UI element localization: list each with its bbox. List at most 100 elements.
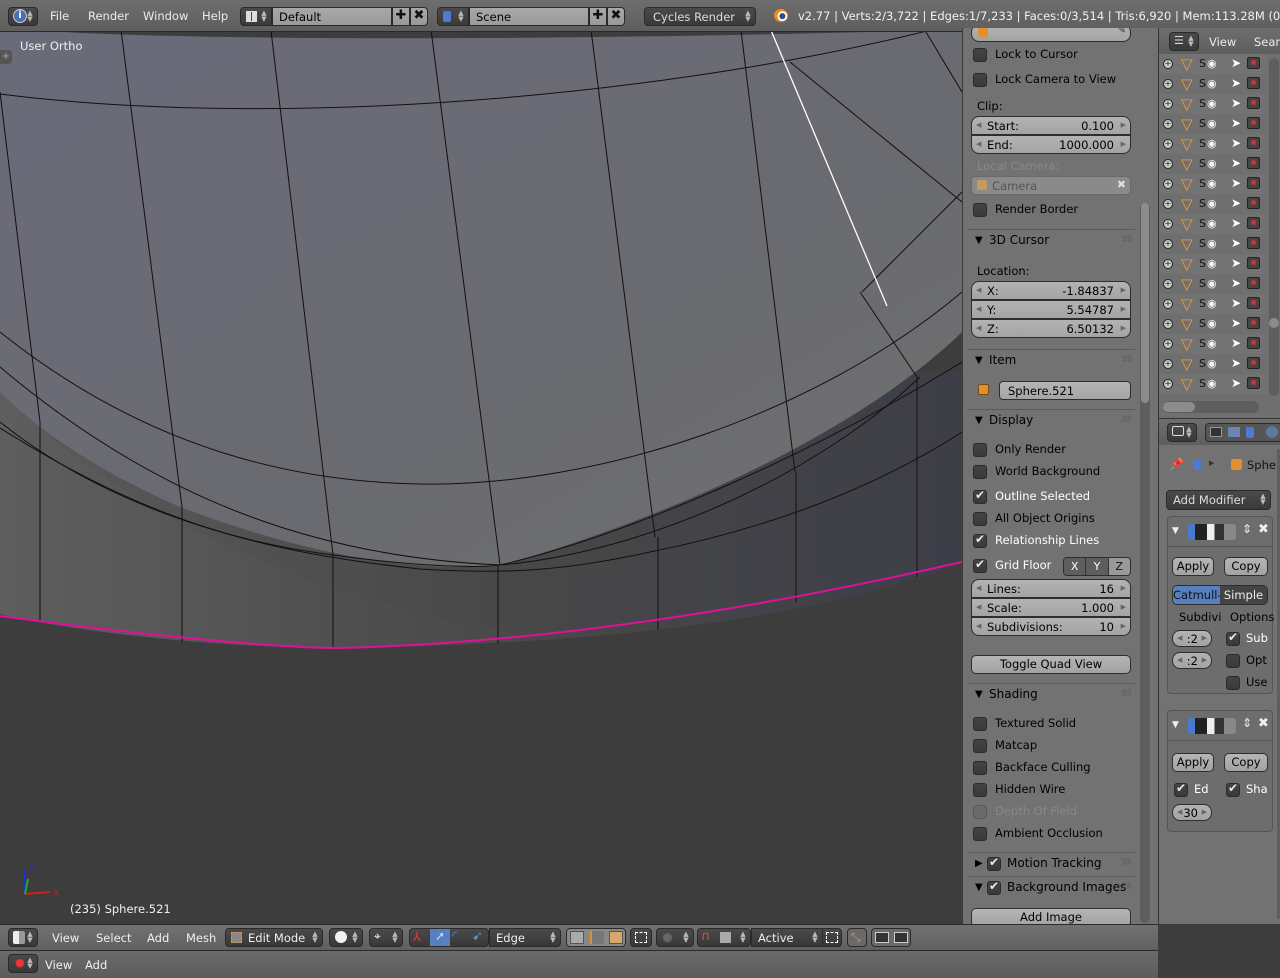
eye-icon[interactable]: ◉ <box>1207 117 1217 130</box>
menu-file[interactable]: File <box>50 9 69 23</box>
timeline-view-menu[interactable]: View <box>45 958 72 972</box>
simple-option[interactable]: Simple <box>1220 586 1267 604</box>
cursor-icon[interactable]: ➤ <box>1231 96 1241 110</box>
ambient-occlusion-toggle[interactable]: Ambient Occlusion <box>973 825 1133 845</box>
interaction-mode-dropdown[interactable]: Edit Mode ▲ ▼ <box>225 928 323 947</box>
cursor-icon[interactable]: ➤ <box>1231 136 1241 150</box>
eye-icon[interactable]: ◉ <box>1207 77 1217 90</box>
camera-icon[interactable] <box>1247 117 1260 129</box>
outliner-editor-type-button[interactable]: ☰ ▲ ▼ <box>1169 32 1199 51</box>
checkbox[interactable] <box>973 761 987 775</box>
drag-handle-icon[interactable]: ⠿⠿ <box>1121 235 1132 244</box>
remove-modifier-icon[interactable]: ✖ <box>1258 522 1269 537</box>
expand-icon[interactable]: + <box>1163 219 1173 229</box>
cursor-icon[interactable]: ➤ <box>1231 56 1241 70</box>
relationship-lines-toggle[interactable]: Relationship Lines <box>973 532 1133 552</box>
outliner-row[interactable]: + ▽ S ◉ ➤ <box>1159 54 1267 74</box>
camera-icon[interactable] <box>1247 297 1260 309</box>
outliner-row[interactable]: + ▽ S ◉ ➤ <box>1159 74 1267 94</box>
collapse-icon[interactable]: ▼ <box>1172 720 1179 730</box>
expand-icon[interactable]: + <box>1163 179 1173 189</box>
view-menu[interactable]: View <box>52 931 79 945</box>
optimal-display-toggle[interactable]: Opt <box>1226 652 1272 672</box>
render-levels-field[interactable]: ◀:2 ▶ <box>1172 652 1212 669</box>
apply-modifier-button[interactable]: Apply <box>1172 557 1214 576</box>
camera-icon[interactable] <box>1247 237 1260 249</box>
scene-field[interactable]: Scene <box>469 7 589 26</box>
object-name[interactable]: S <box>1199 297 1206 310</box>
3d-viewport[interactable]: Z X User Ortho + (235) Sphere.521 <box>0 32 962 924</box>
object-name[interactable]: S <box>1199 97 1206 110</box>
proportional-editing-dropdown[interactable]: ▲ ▼ <box>656 928 694 947</box>
outliner-search-menu[interactable]: Searc <box>1254 35 1280 49</box>
mesh-menu[interactable]: Mesh <box>186 931 216 945</box>
auto-merge-button[interactable]: ⤡ <box>847 928 867 947</box>
limit-selection-button[interactable] <box>630 928 652 947</box>
object-name[interactable]: S <box>1199 257 1206 270</box>
tab-scene-icon[interactable] <box>1246 427 1254 438</box>
scale-manipulator-icon[interactable]: ➹ <box>472 929 483 944</box>
expand-icon[interactable]: + <box>1163 119 1173 129</box>
checkbox[interactable] <box>973 512 987 526</box>
lock-to-cursor-checkbox[interactable] <box>973 48 987 62</box>
subdivide-uvs-toggle[interactable]: Sub <box>1226 630 1272 650</box>
render-image-icon[interactable] <box>875 932 889 943</box>
outliner-view-menu[interactable]: View <box>1209 35 1236 49</box>
camera-icon[interactable] <box>1247 277 1260 289</box>
vertex-select-icon[interactable] <box>570 931 584 944</box>
object-name[interactable]: S <box>1199 197 1206 210</box>
camera-icon[interactable] <box>1247 137 1260 149</box>
cursor-icon[interactable]: ➤ <box>1231 156 1241 170</box>
copy-modifier-button[interactable]: Copy <box>1224 753 1268 772</box>
outliner-row[interactable]: + ▽ S ◉ ➤ <box>1159 94 1267 114</box>
cursor-y-field[interactable]: ◀ Y: 5.54787 ▶ <box>971 300 1131 319</box>
eye-icon[interactable]: ◉ <box>1207 357 1217 370</box>
camera-icon[interactable] <box>1247 317 1260 329</box>
backface-culling-toggle[interactable]: Backface Culling <box>973 759 1133 779</box>
object-name[interactable]: S <box>1199 377 1206 390</box>
expand-icon[interactable]: + <box>1163 339 1173 349</box>
drag-handle-icon[interactable]: ⠿⠿ <box>1121 858 1132 867</box>
checkbox[interactable] <box>973 783 987 797</box>
rotate-manipulator-icon[interactable]: ◜ <box>452 929 457 944</box>
cursor-icon[interactable]: ➤ <box>1231 216 1241 230</box>
translate-manipulator-icon[interactable]: ➚ <box>430 929 450 946</box>
move-up-down-icon[interactable]: ⇕ <box>1242 522 1252 536</box>
object-name[interactable]: S <box>1199 357 1206 370</box>
snap-magnet-icon[interactable]: ∩ <box>701 929 711 944</box>
background-images-checkbox[interactable] <box>987 879 1001 895</box>
eye-icon[interactable]: ◉ <box>1207 277 1217 290</box>
remove-modifier-icon[interactable]: ✖ <box>1258 716 1269 731</box>
eyedropper-icon[interactable]: ✎ <box>1118 28 1126 36</box>
outliner-row[interactable]: + ▽ S ◉ ➤ <box>1159 134 1267 154</box>
cursor-icon[interactable]: ➤ <box>1231 276 1241 290</box>
add-menu[interactable]: Add <box>147 931 169 945</box>
camera-icon[interactable] <box>1247 57 1260 69</box>
add-layout-button[interactable]: ✚ <box>392 7 410 26</box>
snap-element-icon[interactable] <box>720 932 731 943</box>
copy-modifier-button[interactable]: Copy <box>1224 557 1268 576</box>
expand-icon[interactable]: + <box>1163 279 1173 289</box>
tab-world-icon[interactable] <box>1266 426 1278 438</box>
outliner-row[interactable]: + ▽ S ◉ ➤ <box>1159 314 1267 334</box>
eye-icon[interactable]: ◉ <box>1207 197 1217 210</box>
camera-icon[interactable] <box>1247 217 1260 229</box>
outliner-row[interactable]: + ▽ S ◉ ➤ <box>1159 354 1267 374</box>
tab-render-icon[interactable] <box>1210 427 1222 437</box>
drag-handle-icon[interactable]: ⠿⠿ <box>1121 415 1132 424</box>
camera-object-field[interactable]: ✎ <box>971 28 1131 42</box>
checkbox[interactable] <box>973 739 987 753</box>
camera-icon[interactable] <box>1247 257 1260 269</box>
eye-icon[interactable]: ◉ <box>1207 177 1217 190</box>
drag-handle-icon[interactable]: ⠿⠿ <box>1121 689 1132 698</box>
hidden-wire-toggle[interactable]: Hidden Wire <box>973 781 1133 801</box>
camera-icon[interactable] <box>1247 77 1260 89</box>
outliner-row[interactable]: + ▽ S ◉ ➤ <box>1159 254 1267 274</box>
remove-scene-button[interactable]: ✖ <box>607 7 625 26</box>
drag-handle-icon[interactable]: ⠿⠿ <box>1121 355 1132 364</box>
eye-icon[interactable]: ◉ <box>1207 237 1217 250</box>
pin-icon[interactable]: 📌 <box>1169 457 1184 471</box>
viewport-shading-dropdown[interactable]: ▲ ▼ <box>329 928 363 947</box>
camera-icon[interactable] <box>1247 357 1260 369</box>
timeline-add-menu[interactable]: Add <box>85 958 107 972</box>
